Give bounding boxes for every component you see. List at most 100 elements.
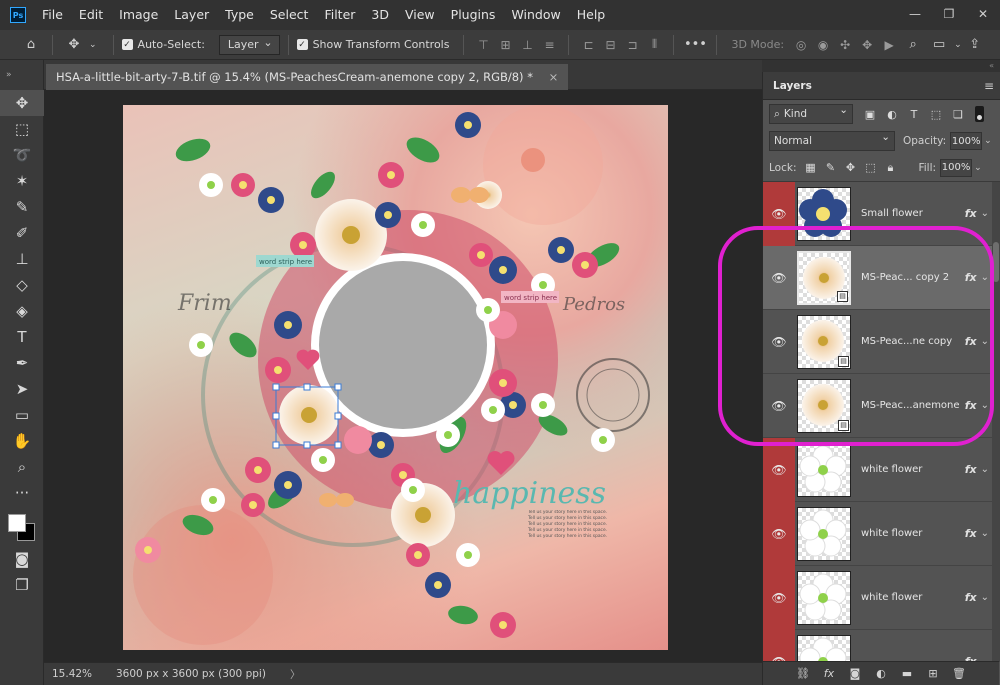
lock-transparent-pixels-icon[interactable]: ▦	[800, 161, 820, 174]
stamp-tool[interactable]: ⊥	[0, 246, 44, 272]
chevron-down-icon[interactable]: ⌄	[981, 336, 989, 347]
menu-layer[interactable]: Layer	[166, 0, 217, 30]
add-layer-style-icon[interactable]: fx	[816, 667, 842, 680]
pen-tool[interactable]: ✒	[0, 350, 44, 376]
delete-layer-icon[interactable]: 🗑︎	[946, 667, 972, 680]
panel-collapse-icon[interactable]: «	[762, 60, 1000, 72]
chevron-down-icon[interactable]: ⌄	[981, 208, 989, 219]
layer-effects-icon[interactable]: fx	[965, 527, 977, 540]
share-icon[interactable]: ⇪	[962, 33, 988, 57]
layer-visibility-eye-icon[interactable]: 👁︎	[763, 246, 795, 310]
layer-effects-icon[interactable]: fx	[965, 463, 977, 476]
color-swatches[interactable]	[0, 506, 44, 546]
add-mask-icon[interactable]: ◙	[842, 667, 868, 680]
search-icon[interactable]: ⌕	[900, 33, 926, 57]
close-window-button[interactable]: ✕	[966, 0, 1000, 28]
restore-button[interactable]: ❐	[932, 0, 966, 28]
menu-edit[interactable]: Edit	[71, 0, 111, 30]
chevron-down-icon[interactable]: ⌄	[954, 40, 962, 50]
layer-name[interactable]: white flower	[861, 528, 965, 539]
panel-menu-icon[interactable]: ≡	[984, 79, 994, 93]
layer-name[interactable]: Small flower	[861, 208, 965, 219]
chevron-down-icon[interactable]: ⌄	[89, 40, 97, 50]
home-icon[interactable]: ⌂	[18, 33, 44, 57]
lock-all-icon[interactable]: 🔒︎	[880, 161, 900, 175]
3d-drag-icon[interactable]: ✣	[834, 33, 856, 57]
layer-visibility-eye-icon[interactable]: 👁︎	[763, 374, 795, 438]
align-horizontal-center-icon[interactable]: ⊟	[599, 33, 621, 57]
lock-position-icon[interactable]: ✥	[840, 161, 860, 174]
layer-row[interactable]: 👁︎ fx ⌄	[763, 629, 999, 662]
layer-visibility-eye-icon[interactable]: 👁︎	[763, 565, 795, 630]
type-filter-icon[interactable]: T	[903, 104, 925, 124]
shape-filter-icon[interactable]: ⬚	[925, 104, 947, 124]
3d-slide-icon[interactable]: ✥	[856, 33, 878, 57]
layer-name[interactable]: white flower	[861, 464, 965, 475]
layer-thumbnail[interactable]	[797, 506, 851, 561]
workspace-icon[interactable]: ▭	[926, 33, 952, 57]
magic-wand-tool[interactable]: ✶	[0, 168, 44, 194]
3d-camera-icon[interactable]: ▶	[878, 33, 900, 57]
paint-bucket-tool[interactable]: ◈	[0, 298, 44, 324]
layers-tab[interactable]: Layers	[773, 80, 812, 92]
lock-image-pixels-icon[interactable]: ✎	[820, 161, 840, 174]
layer-name[interactable]: white flower	[861, 592, 965, 603]
move-tool-icon[interactable]: ✥	[61, 33, 87, 57]
screen-mode-icon[interactable]: ❐	[0, 572, 44, 598]
new-group-icon[interactable]: ▬	[894, 667, 920, 680]
layer-visibility-eye-icon[interactable]: 👁︎	[763, 182, 795, 246]
layer-name[interactable]: MS-Peac...anemone	[861, 400, 965, 411]
distribute-vertical-icon[interactable]: ≡	[538, 33, 560, 57]
eraser-tool[interactable]: ◇	[0, 272, 44, 298]
layer-row[interactable]: 👁︎ ▤ MS-Peac... copy 2 fx ⌄	[763, 246, 999, 310]
link-layers-icon[interactable]: ⛓	[790, 667, 816, 680]
layer-thumbnail[interactable]	[797, 186, 851, 241]
layer-effects-icon[interactable]: fx	[965, 399, 977, 412]
layer-row[interactable]: 👁︎ ▤ MS-Peac...anemone fx ⌄	[763, 374, 999, 438]
layer-thumbnail[interactable]	[797, 570, 851, 625]
menu-3d[interactable]: 3D	[363, 0, 397, 30]
layer-row[interactable]: 👁︎ ▤ MS-Peac...ne copy fx ⌄	[763, 310, 999, 374]
lock-artboard-icon[interactable]: ⬚	[860, 161, 880, 174]
opacity-chevron-icon[interactable]: ⌄	[984, 136, 992, 146]
layer-thumbnail[interactable]	[797, 442, 851, 497]
hand-tool[interactable]: ✋	[0, 428, 44, 454]
chevron-down-icon[interactable]: ⌄	[981, 528, 989, 539]
chevron-down-icon[interactable]: ⌄	[981, 464, 989, 475]
chevron-down-icon[interactable]: ⌄	[981, 272, 989, 283]
layer-effects-icon[interactable]: fx	[965, 591, 977, 604]
layer-name[interactable]: MS-Peac...ne copy	[861, 336, 965, 347]
layer-name[interactable]: MS-Peac... copy 2	[861, 272, 965, 283]
path-selection-tool[interactable]: ➤	[0, 376, 44, 402]
close-document-icon[interactable]: ×	[549, 70, 559, 84]
layer-effects-icon[interactable]: fx	[965, 335, 977, 348]
new-layer-icon[interactable]: ⊞	[920, 667, 946, 680]
kind-filter-dropdown[interactable]: ⌕ Kind	[769, 104, 853, 124]
brush-tool[interactable]: ✐	[0, 220, 44, 246]
layer-row[interactable]: 👁︎ white flower fx ⌄	[763, 565, 999, 630]
layer-row[interactable]: 👁︎ Small flower fx ⌄	[763, 182, 999, 246]
layer-row[interactable]: 👁︎ white flower fx ⌄	[763, 501, 999, 566]
auto-select-target-dropdown[interactable]: Layer	[218, 34, 280, 55]
align-right-icon[interactable]: ⊐	[621, 33, 643, 57]
lasso-tool[interactable]: ➰	[0, 142, 44, 168]
layer-effects-icon[interactable]: fx	[965, 207, 977, 220]
filter-toggle-switch[interactable]	[975, 106, 984, 122]
menu-help[interactable]: Help	[569, 0, 614, 30]
layers-scrollbar[interactable]	[992, 182, 1000, 662]
align-top-icon[interactable]: ⊤	[472, 33, 494, 57]
auto-select-checkbox[interactable]: ✓	[121, 39, 133, 50]
rectangle-tool[interactable]: ▭	[0, 402, 44, 428]
layer-thumbnail[interactable]	[797, 634, 851, 662]
layer-visibility-eye-icon[interactable]: 👁︎	[763, 629, 795, 662]
adjustment-filter-icon[interactable]: ◐	[881, 104, 903, 124]
more-options-icon[interactable]: •••	[682, 33, 708, 57]
fill-chevron-icon[interactable]: ⌄	[974, 163, 982, 173]
menu-window[interactable]: Window	[503, 0, 568, 30]
align-left-icon[interactable]: ⊏	[577, 33, 599, 57]
layer-visibility-eye-icon[interactable]: 👁︎	[763, 501, 795, 566]
type-tool[interactable]: T	[0, 324, 44, 350]
layer-effects-icon[interactable]: fx	[965, 271, 977, 284]
menu-file[interactable]: File	[34, 0, 71, 30]
align-vertical-center-icon[interactable]: ⊞	[494, 33, 516, 57]
